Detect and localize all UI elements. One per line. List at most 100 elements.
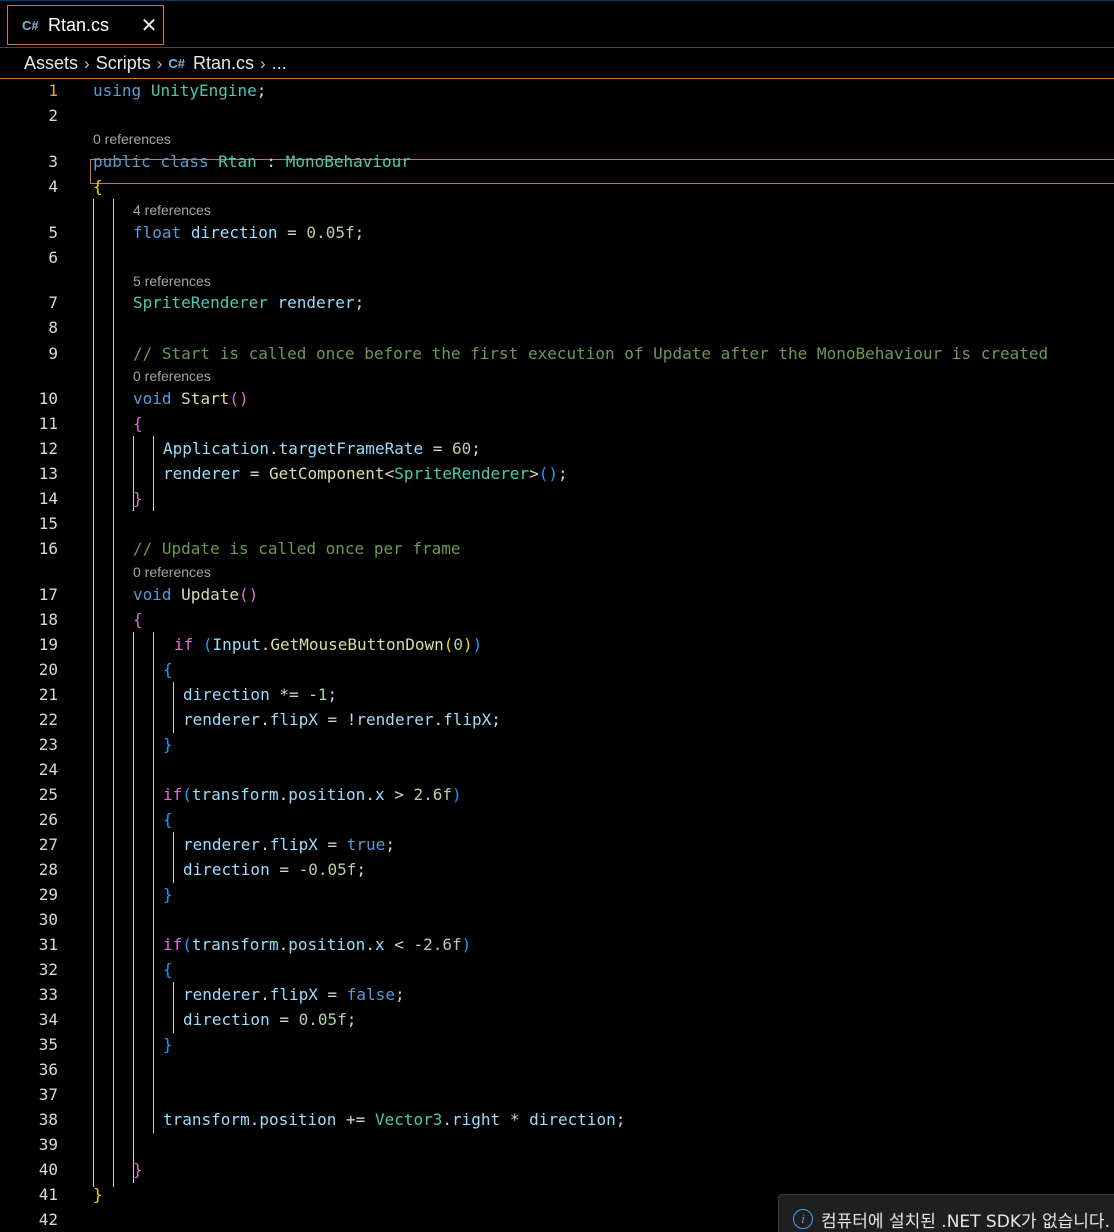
code-token: )	[463, 635, 473, 654]
indent-guide	[93, 199, 94, 1187]
code-token: targetFrameRate	[278, 439, 424, 458]
code-token: UnityEngine	[150, 81, 257, 100]
close-icon[interactable]: ✕	[135, 13, 163, 38]
code-token: position	[288, 785, 366, 804]
tab-rtan-cs[interactable]: C# Rtan.cs ✕	[7, 5, 164, 45]
code-line[interactable]: {	[163, 810, 173, 829]
code-token: using	[93, 81, 142, 100]
code-token: ;	[346, 1010, 357, 1029]
line-number: 2	[48, 106, 58, 125]
code-token: ;	[354, 223, 365, 242]
code-token: float	[133, 223, 182, 242]
code-line[interactable]: void Update()	[133, 585, 258, 604]
code-token: .	[260, 985, 270, 1004]
breadcrumb-symbols[interactable]: ...	[272, 53, 287, 74]
code-token: flipX	[443, 710, 492, 729]
code-line[interactable]: Application.targetFrameRate = 60;	[163, 439, 481, 458]
code-line[interactable]: }	[133, 489, 143, 508]
code-token: ()	[229, 389, 249, 408]
code-token: ;	[256, 81, 267, 100]
breadcrumb-file[interactable]: Rtan.cs	[193, 53, 254, 74]
code-line[interactable]: }	[163, 885, 173, 904]
code-token: .	[260, 710, 270, 729]
code-token: flipX	[269, 710, 318, 729]
code-token: renderer	[163, 464, 241, 483]
code-line[interactable]: direction = 0.05f;	[183, 1010, 356, 1029]
code-token: Vector3	[374, 1110, 443, 1129]
code-token: MonoBehaviour	[285, 152, 411, 171]
code-token: *= -	[269, 685, 318, 704]
line-number: 30	[38, 910, 58, 929]
code-line[interactable]: }	[93, 1185, 103, 1204]
notification-toast[interactable]: i 컴퓨터에 설치된 .NET SDK가 없습니다.	[778, 1194, 1114, 1232]
code-line[interactable]: public class Rtan : MonoBehaviour	[93, 152, 411, 171]
code-line[interactable]: {	[93, 177, 103, 196]
code-token: {	[93, 177, 103, 196]
code-line[interactable]: if (Input.GetMouseButtonDown(0))	[174, 635, 482, 654]
line-number: 4	[48, 177, 58, 196]
line-number: 23	[38, 735, 58, 754]
code-line[interactable]: {	[163, 960, 173, 979]
code-token: direction	[190, 223, 278, 242]
code-line[interactable]: }	[163, 1035, 173, 1054]
code-lens-references[interactable]: 5 references	[133, 273, 211, 289]
code-line[interactable]: // Update is called once per frame	[133, 539, 461, 558]
line-number: 8	[48, 318, 58, 337]
code-token: .	[278, 785, 289, 804]
code-line[interactable]: }	[133, 1160, 143, 1179]
code-line[interactable]: if(transform.position.x > 2.6f)	[163, 785, 462, 804]
line-number: 40	[38, 1160, 58, 1179]
code-token: class	[160, 152, 209, 171]
code-line[interactable]: transform.position += Vector3.right * di…	[163, 1110, 625, 1129]
code-line[interactable]: direction = -0.05f;	[183, 860, 366, 879]
code-token: ;	[327, 685, 338, 704]
code-line[interactable]: }	[163, 735, 173, 754]
code-lens-references[interactable]: 0 references	[93, 131, 171, 147]
breadcrumb-assets[interactable]: Assets	[24, 53, 78, 74]
line-number: 42	[38, 1210, 58, 1229]
code-lens-references[interactable]: 4 references	[133, 202, 211, 218]
code-line[interactable]: {	[133, 414, 143, 433]
code-line[interactable]: float direction = 0.05f;	[133, 223, 364, 242]
code-editor[interactable]: 1 2 3 4 5 6 7 8 9 10 11 12 13 14 15 16 17 18 19 20 21 22 23 24 2…	[0, 80, 1114, 1232]
breadcrumb-scripts[interactable]: Scripts	[96, 53, 151, 74]
code-token: Update	[181, 585, 239, 604]
line-number: 41	[38, 1185, 58, 1204]
notification-text: 컴퓨터에 설치된 .NET SDK가 없습니다.	[821, 1211, 1110, 1232]
code-line[interactable]: direction *= -1;	[183, 685, 337, 704]
code-line[interactable]: using UnityEngine;	[93, 81, 266, 100]
code-token: .	[268, 439, 279, 458]
code-line[interactable]: renderer.flipX = !renderer.flipX;	[183, 710, 501, 729]
code-token: .	[433, 710, 444, 729]
code-lens-references[interactable]: 0 references	[133, 564, 211, 580]
code-line[interactable]: renderer.flipX = false;	[183, 985, 405, 1004]
code-line[interactable]: {	[133, 610, 143, 629]
code-token: 0.05f	[298, 1010, 347, 1029]
chevron-right-icon: ›	[260, 53, 266, 73]
code-line[interactable]: SpriteRenderer renderer;	[133, 293, 364, 312]
code-token: 2.6f	[413, 785, 453, 804]
code-token: :	[256, 152, 286, 171]
code-line[interactable]: // Start is called once before the first…	[133, 344, 1048, 363]
code-token: // Update is called once per frame	[133, 539, 461, 558]
line-number: 38	[38, 1110, 58, 1129]
code-token: 0.05f	[306, 223, 355, 242]
code-token: }	[93, 1185, 103, 1204]
indent-guide	[133, 632, 134, 1183]
code-token: 1	[317, 685, 328, 704]
code-token: =	[317, 985, 347, 1004]
line-number: 39	[38, 1135, 58, 1154]
code-line[interactable]: renderer.flipX = true;	[183, 835, 395, 854]
code-lens-references[interactable]: 0 references	[133, 368, 211, 384]
code-token: true	[346, 835, 386, 854]
code-line[interactable]: if(transform.position.x < -2.6f)	[163, 935, 471, 954]
line-number: 31	[38, 935, 58, 954]
line-number: 9	[48, 344, 58, 363]
code-line[interactable]: renderer = GetComponent<SpriteRenderer>(…	[163, 464, 568, 483]
indent-guide	[173, 832, 174, 883]
code-token: =	[277, 223, 307, 242]
line-number: 28	[38, 860, 58, 879]
code-line[interactable]: {	[163, 660, 173, 679]
code-line[interactable]: void Start()	[133, 389, 249, 408]
